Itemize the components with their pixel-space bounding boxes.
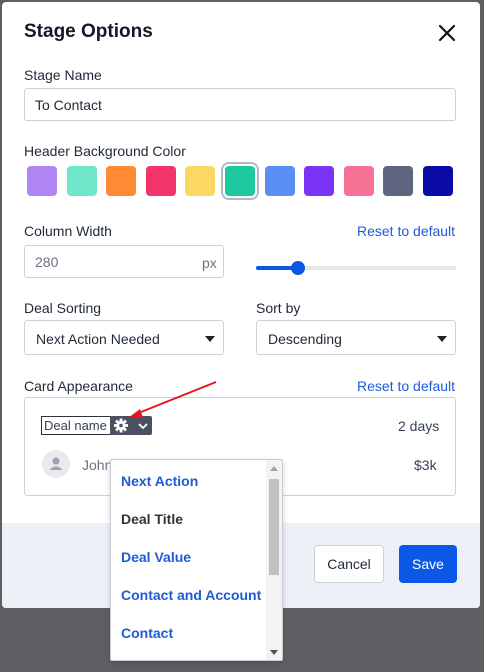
color-swatch[interactable] [145,166,176,196]
close-icon[interactable] [436,22,458,44]
color-swatch[interactable] [185,166,216,196]
scroll-up-arrow-icon[interactable] [270,466,278,471]
column-width-input[interactable] [24,245,224,278]
dropdown-item-deal-value[interactable]: Deal Value [121,549,191,565]
column-width-unit: px [202,255,217,271]
dropdown-item-contact[interactable]: Contact [121,625,173,641]
color-swatch[interactable] [106,166,137,196]
chevron-down-icon [205,336,215,342]
scroll-down-arrow-icon[interactable] [270,650,278,655]
color-swatch[interactable] [343,166,374,196]
color-swatch[interactable] [383,166,414,196]
card-field-deal-name[interactable]: Deal name [41,416,111,435]
field-settings-button[interactable] [110,416,152,435]
sort-by-value: Descending [268,331,342,347]
column-width-slider-track[interactable] [256,266,456,270]
gear-icon [114,418,128,433]
sort-by-label: Sort by [256,300,301,316]
deal-sorting-label: Deal Sorting [24,300,102,316]
card-appearance-label: Card Appearance [24,378,133,394]
color-swatch[interactable] [225,166,255,196]
deal-sorting-value: Next Action Needed [36,331,160,347]
dropdown-scroll-thumb[interactable] [269,479,279,575]
color-swatch[interactable] [27,166,57,196]
stage-name-label: Stage Name [24,67,102,83]
column-width-label: Column Width [24,223,112,239]
color-swatch[interactable] [423,166,453,196]
sort-by-select[interactable]: Descending [256,320,456,355]
avatar [42,450,70,478]
column-width-slider-thumb[interactable] [291,261,305,275]
card-time-ago: 2 days [398,418,440,434]
card-appearance-reset-link[interactable]: Reset to default [357,378,455,394]
cancel-button[interactable]: Cancel [314,545,384,583]
save-button[interactable]: Save [399,545,457,583]
column-width-reset-link[interactable]: Reset to default [357,223,455,239]
stage-name-input[interactable] [24,88,456,121]
chevron-down-icon [138,423,148,430]
color-swatch[interactable] [304,166,335,196]
color-swatch[interactable] [264,166,295,196]
color-swatch[interactable] [66,166,97,196]
field-dropdown: Next Action Deal Title Deal Value Contac… [110,459,283,661]
person-icon [49,457,63,470]
modal-title: Stage Options [24,21,153,42]
dropdown-scrollbar[interactable] [266,460,282,660]
card-contact-name: John [82,457,113,473]
dropdown-item-deal-title[interactable]: Deal Title [121,511,183,527]
chevron-down-icon [437,336,447,342]
card-deal-value: $3k [414,457,437,473]
dropdown-item-contact-and-account[interactable]: Contact and Account [121,587,261,603]
header-color-label: Header Background Color [24,143,186,159]
deal-sorting-select[interactable]: Next Action Needed [24,320,224,355]
dropdown-item-next-action[interactable]: Next Action [121,473,198,489]
